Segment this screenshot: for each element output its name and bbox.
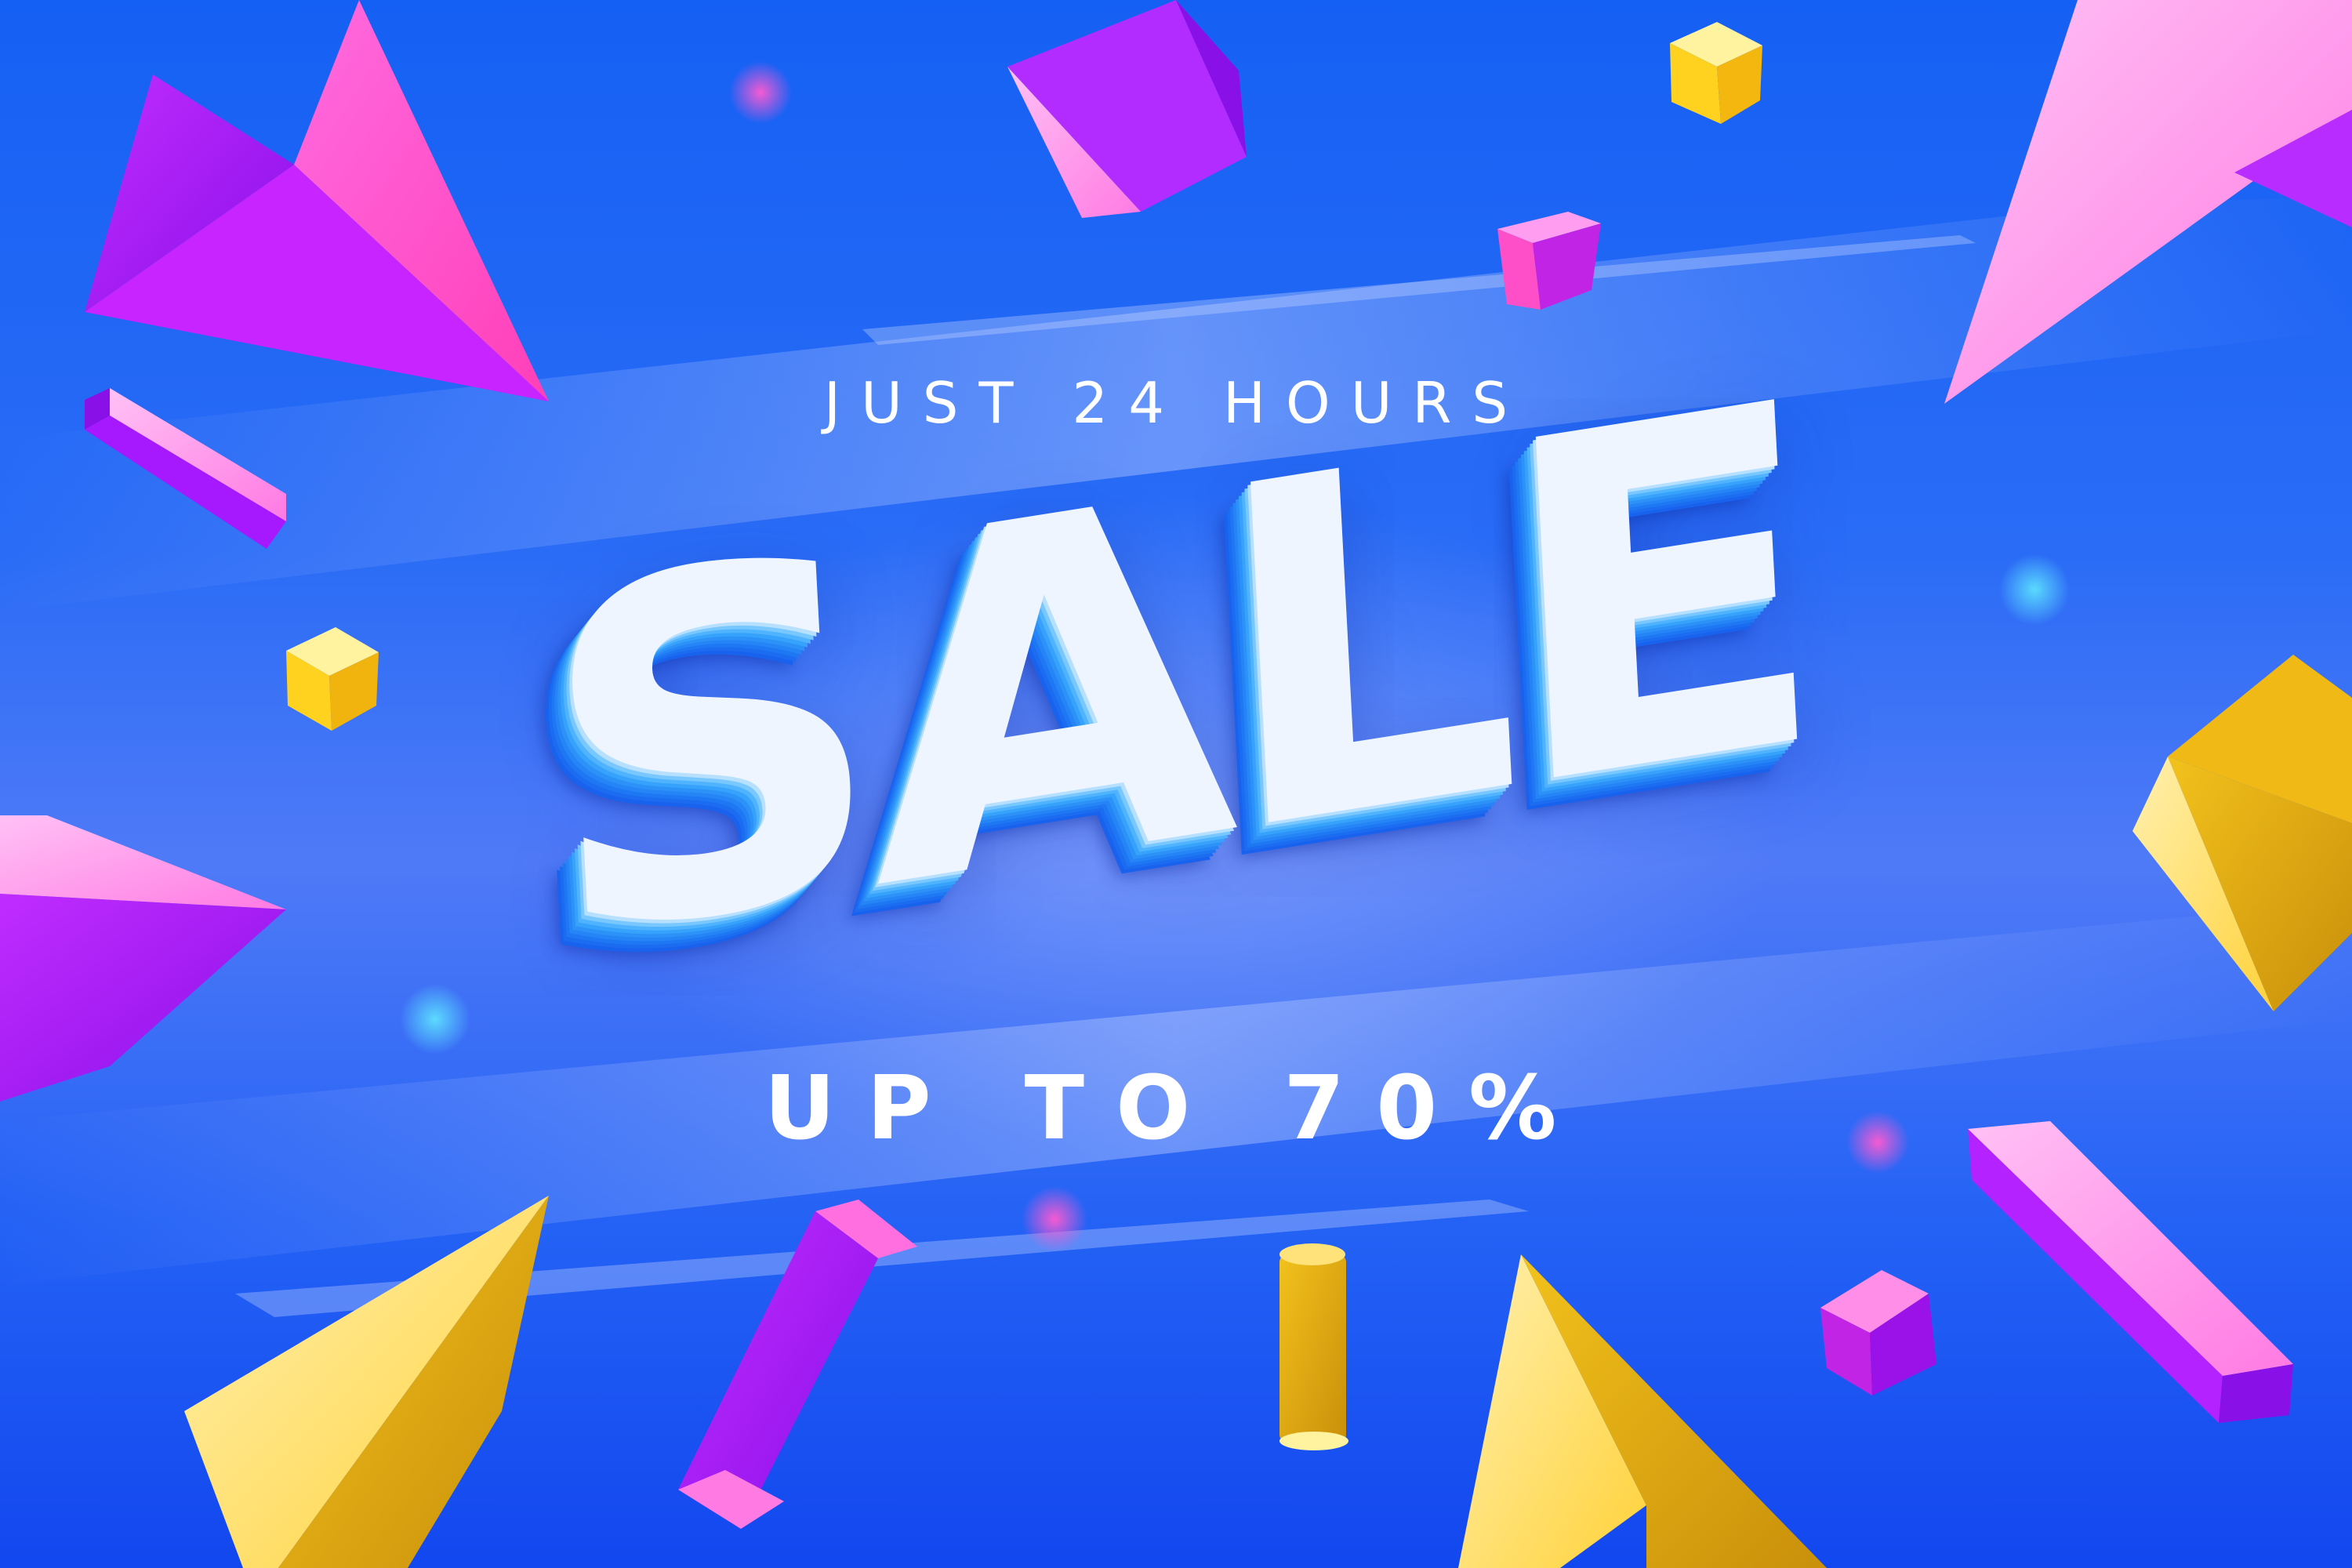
sale-banner: JUST 24 HOURS SALE UP TO 70% — [0, 0, 2352, 1568]
text-layer: JUST 24 HOURS SALE UP TO 70% — [0, 0, 2352, 1568]
discount-offer: UP TO 70% — [764, 1058, 1588, 1160]
